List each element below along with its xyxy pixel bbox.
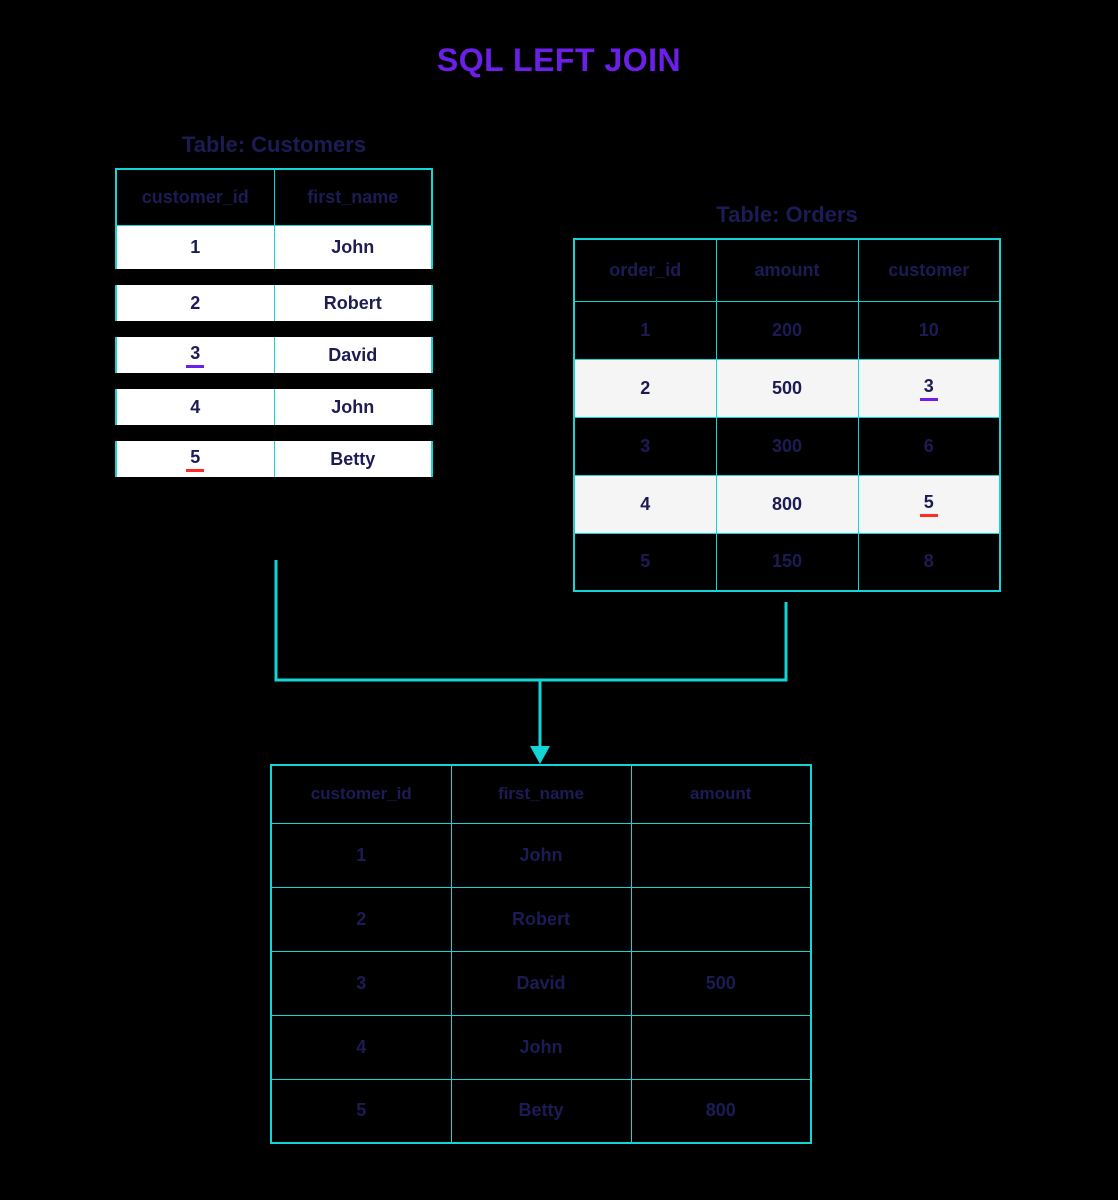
table-row: 51508 [574, 533, 1000, 591]
orders-col-customer: customer [858, 239, 1000, 301]
cell-amount: 500 [716, 359, 858, 417]
result-table: customer_id first_name amount 1John2Robe… [270, 764, 812, 1144]
cell-id: 1 [116, 225, 274, 277]
table-row: 5Betty [116, 433, 432, 485]
cell-id: 3 [271, 951, 451, 1015]
cell-amount: 800 [631, 1079, 811, 1143]
cell-name: John [274, 225, 432, 277]
cell-id: 2 [116, 277, 274, 329]
cell-name: John [451, 1015, 631, 1079]
customers-table-label: Table: Customers [115, 132, 433, 158]
cell-name: David [274, 329, 432, 381]
cell-customer: 5 [858, 475, 1000, 533]
cell-id: 1 [271, 823, 451, 887]
cell-amount [631, 1015, 811, 1079]
cell-orderid: 1 [574, 301, 716, 359]
table-row: 3David [116, 329, 432, 381]
cell-name: John [274, 381, 432, 433]
cell-customer: 6 [858, 417, 1000, 475]
cell-orderid: 5 [574, 533, 716, 591]
cell-name: John [451, 823, 631, 887]
cell-id: 2 [271, 887, 451, 951]
result-table-container: customer_id first_name amount 1John2Robe… [270, 764, 812, 1144]
cell-amount: 500 [631, 951, 811, 1015]
result-col-amount: amount [631, 765, 811, 823]
cell-name: Robert [274, 277, 432, 329]
cell-amount: 150 [716, 533, 858, 591]
result-col-id: customer_id [271, 765, 451, 823]
customers-col-id: customer_id [116, 169, 274, 225]
cell-amount [631, 823, 811, 887]
table-row: 4John [116, 381, 432, 433]
cell-customer: 10 [858, 301, 1000, 359]
cell-id: 5 [271, 1079, 451, 1143]
orders-col-orderid: order_id [574, 239, 716, 301]
cell-id: 4 [116, 381, 274, 433]
table-row: 33006 [574, 417, 1000, 475]
orders-header-row: order_id amount customer [574, 239, 1000, 301]
orders-table-container: Table: Orders order_id amount customer 1… [573, 202, 1001, 592]
cell-customer: 3 [858, 359, 1000, 417]
cell-orderid: 4 [574, 475, 716, 533]
table-row: 2Robert [271, 887, 811, 951]
cell-name: Betty [451, 1079, 631, 1143]
cell-amount: 800 [716, 475, 858, 533]
table-row: 120010 [574, 301, 1000, 359]
orders-table-label: Table: Orders [573, 202, 1001, 228]
table-row: 48005 [574, 475, 1000, 533]
table-row: 5Betty800 [271, 1079, 811, 1143]
result-col-name: first_name [451, 765, 631, 823]
customers-col-name: first_name [274, 169, 432, 225]
table-row: 2Robert [116, 277, 432, 329]
cell-orderid: 2 [574, 359, 716, 417]
cell-customer: 8 [858, 533, 1000, 591]
diagram-title: SQL LEFT JOIN [0, 42, 1118, 79]
result-header-row: customer_id first_name amount [271, 765, 811, 823]
customers-table-container: Table: Customers customer_id first_name … [115, 132, 433, 493]
table-row: 25003 [574, 359, 1000, 417]
cell-name: David [451, 951, 631, 1015]
customers-table: customer_id first_name 1John2Robert3Davi… [115, 168, 433, 493]
cell-name: Betty [274, 433, 432, 485]
cell-amount [631, 887, 811, 951]
orders-col-amount: amount [716, 239, 858, 301]
cell-amount: 200 [716, 301, 858, 359]
cell-orderid: 3 [574, 417, 716, 475]
table-row: 1John [116, 225, 432, 277]
table-row: 1John [271, 823, 811, 887]
table-row: 3David500 [271, 951, 811, 1015]
cell-id: 4 [271, 1015, 451, 1079]
table-row: 4John [271, 1015, 811, 1079]
cell-id: 5 [116, 433, 274, 485]
customers-header-row: customer_id first_name [116, 169, 432, 225]
cell-amount: 300 [716, 417, 858, 475]
orders-table: order_id amount customer 120010250033300… [573, 238, 1001, 592]
cell-name: Robert [451, 887, 631, 951]
cell-id: 3 [116, 329, 274, 381]
